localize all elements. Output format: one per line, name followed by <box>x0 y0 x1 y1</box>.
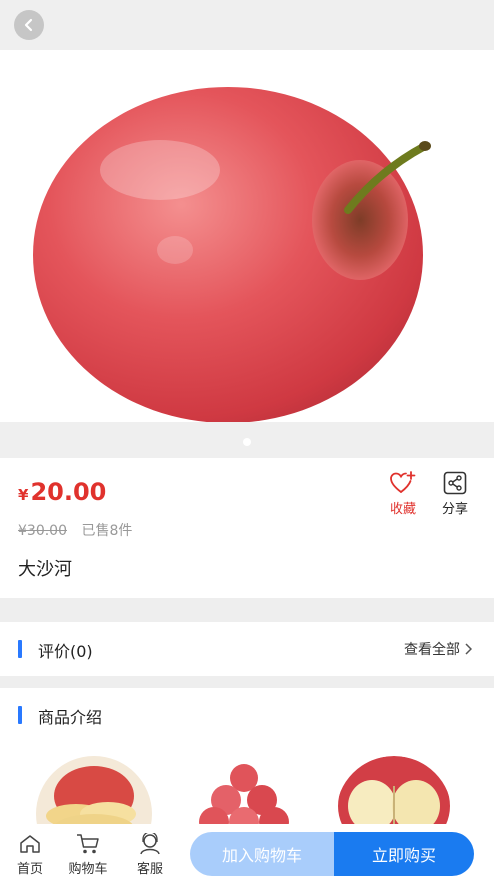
section-accent-bar <box>18 640 22 658</box>
top-bar <box>0 0 494 50</box>
product-image <box>33 87 431 422</box>
back-button[interactable] <box>14 10 44 40</box>
bottom-action-bar: 首页 购物车 客服 加入购物车 立即购买 <box>0 824 494 884</box>
share-label: 分享 <box>441 502 468 517</box>
tab-service[interactable]: 客服 <box>126 832 174 877</box>
cart-icon <box>77 834 99 854</box>
review-title: 评价(0) <box>38 642 93 661</box>
heart-plus-icon <box>390 471 416 493</box>
product-name: 大沙河 <box>18 559 72 580</box>
view-all-label: 查看全部 <box>404 642 460 658</box>
chevron-right-icon <box>465 643 472 655</box>
product-image-gallery[interactable] <box>0 50 494 422</box>
share-button[interactable]: 分享 <box>433 468 477 517</box>
service-icon <box>140 833 160 855</box>
gallery-dot-active[interactable] <box>243 438 251 446</box>
buy-now-button[interactable]: 立即购买 <box>334 832 474 876</box>
home-icon <box>20 835 40 853</box>
tab-cart-label: 购物车 <box>68 862 108 877</box>
intro-title: 商品介绍 <box>38 708 103 727</box>
favorite-label: 收藏 <box>389 502 416 517</box>
tab-home[interactable]: 首页 <box>6 832 54 877</box>
tab-service-label: 客服 <box>136 862 163 877</box>
share-icon <box>443 471 467 495</box>
review-section[interactable]: 评价(0) 查看全部 <box>0 622 494 676</box>
intro-images <box>0 756 494 872</box>
product-info: ¥20.00 ¥30.00 已售8件 大沙河 收藏 分享 <box>0 458 494 598</box>
sold-count: 已售8件 <box>81 523 133 539</box>
currency-symbol: ¥ <box>18 486 29 504</box>
tab-cart[interactable]: 购物车 <box>64 832 112 877</box>
back-icon <box>24 18 33 32</box>
view-all-reviews-link[interactable]: 查看全部 <box>404 639 472 659</box>
gallery-indicator <box>0 422 494 458</box>
add-to-cart-button[interactable]: 加入购物车 <box>190 832 334 876</box>
price-value: 20.00 <box>30 478 107 506</box>
price-sub-row: ¥30.00 已售8件 <box>18 520 132 540</box>
section-accent-bar <box>18 706 22 724</box>
original-price: ¥30.00 <box>18 523 67 539</box>
product-price: ¥20.00 <box>18 478 106 506</box>
tab-home-label: 首页 <box>16 862 43 877</box>
favorite-button[interactable]: 收藏 <box>381 468 425 517</box>
